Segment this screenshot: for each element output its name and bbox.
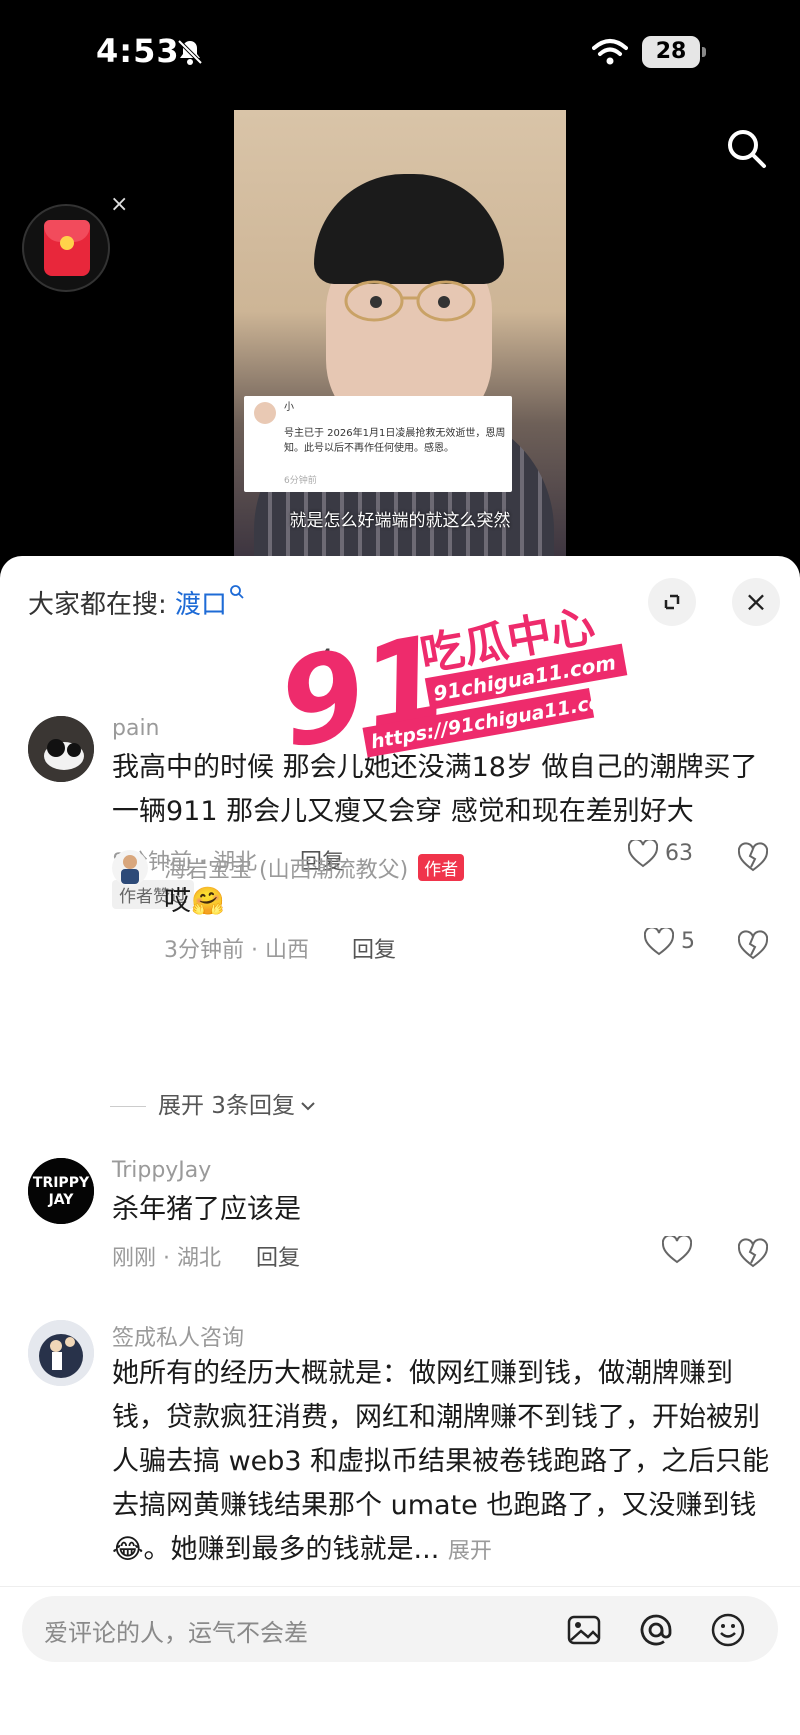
mute-icon (177, 39, 203, 65)
chevron-down-icon (301, 1102, 315, 1111)
comment-user[interactable]: pain (112, 716, 160, 741)
heart-icon (644, 928, 674, 956)
comment-text: 她所有的经历大概就是：做网红赚到钱，做潮牌赚到 钱，贷款疯狂消费，网红和潮牌赚不… (112, 1352, 792, 1574)
like-count: 63 (665, 841, 693, 866)
video-preview[interactable]: 小 号主已于 2026年1月1日凌晨抢救无效逝世，恩周知。此号以后不再作任何使用… (234, 110, 566, 558)
comment-user[interactable]: TrippyJay (112, 1158, 211, 1183)
comment-input-placeholder: 爱评论的人，运气不会差 (44, 1619, 308, 1647)
comment-text-line: 人骗去搞 web3 和虚拟币结果被卷钱跑路了，之后只能 (112, 1446, 770, 1477)
show-more-button[interactable]: 展开 (448, 1539, 492, 1564)
at-icon[interactable] (636, 1610, 676, 1650)
heart-icon (628, 840, 658, 868)
dislike-icon[interactable] (738, 1238, 768, 1268)
comment-text: 我高中的时候 那会儿她还没满18岁 做自己的潮牌买了一辆911 那会儿又瘦又会穿… (112, 752, 758, 827)
search-suggestion-term[interactable]: 渡口 (175, 590, 227, 620)
search-icon[interactable] (724, 126, 768, 170)
avatar[interactable] (112, 850, 148, 886)
emoji-icon[interactable] (708, 1610, 748, 1650)
comment-input[interactable]: 爱评论的人，运气不会差 (22, 1596, 778, 1662)
expand-replies-button[interactable]: 展开 3条回复 (110, 1086, 317, 1120)
reply-button[interactable]: 回复 (256, 1240, 300, 1272)
comment-text: 哎🤗 (164, 886, 225, 917)
expand-replies-label: 展开 3条回复 (158, 1093, 295, 1119)
avatar[interactable]: TRIPPY JAY (28, 1158, 94, 1224)
like-button[interactable] (662, 1236, 692, 1264)
close-icon[interactable]: × (732, 578, 780, 626)
like-button[interactable]: 5 (644, 928, 695, 956)
image-icon[interactable] (564, 1610, 604, 1650)
comment-text-tail: 😂。她赚到最多的钱就是... (112, 1534, 440, 1565)
video-person-glasses (344, 280, 476, 322)
dislike-icon[interactable] (738, 842, 768, 872)
avatar[interactable] (28, 1320, 94, 1386)
expand-divider (110, 1106, 146, 1107)
video-subtitle: 就是怎么好端端的就这么突然 (289, 511, 511, 531)
like-count: 5 (681, 929, 695, 954)
screen: 4:53 28 × 小 号主已于 2026年1月1日凌晨抢救无效逝世，恩周知。此… (0, 0, 800, 1735)
input-divider (0, 1586, 800, 1587)
comment-meta: 刚刚 · 湖北 (112, 1246, 221, 1271)
status-time: 4:53 (96, 32, 180, 70)
comment-text-line: 去搞网黄赚钱结果那个 umate 也跑路了，又没赚到钱 (112, 1490, 757, 1521)
notice-avatar (254, 402, 276, 424)
expand-icon[interactable] (648, 578, 696, 626)
comment-text: 杀年猪了应该是 (112, 1194, 301, 1225)
comment-text-line: 她所有的经历大概就是：做网红赚到钱，做潮牌赚到 (112, 1358, 733, 1389)
comment-count: 4 (318, 644, 334, 672)
search-suggestion[interactable]: 大家都在搜: 渡口 (28, 584, 245, 621)
notice-name: 小 (284, 402, 294, 413)
search-suggestion-prefix: 大家都在搜: (28, 590, 176, 620)
dislike-icon[interactable] (738, 930, 768, 960)
heart-icon (662, 1236, 692, 1264)
like-button[interactable]: 63 (628, 840, 693, 868)
status-bar: 4:53 28 (0, 0, 800, 110)
red-packet-icon (44, 220, 90, 276)
avatar[interactable] (28, 716, 94, 782)
video-person-hat (314, 174, 504, 284)
comment-text-line: 钱，贷款疯狂消费，网红和潮牌赚不到钱了，开始被别 (112, 1402, 760, 1433)
search-small-icon (230, 585, 244, 599)
comments-panel: 大家都在搜: 渡口 × 4 pain 我高中的时候 那会儿她还没满18岁 做自己… (0, 556, 800, 1735)
battery-indicator: 28 (642, 36, 706, 68)
notice-time: 6分钟前 (284, 476, 317, 486)
notice-text: 号主已于 2026年1月1日凌晨抢救无效逝世，恩周知。此号以后不再作任何使用。感… (284, 428, 506, 454)
comment-meta: 3分钟前 · 山西 (164, 938, 309, 963)
red-packet-close-icon[interactable]: × (110, 192, 128, 217)
comment-text-line: 😂。她赚到最多的钱就是... 展开 (112, 1528, 792, 1574)
comment-user[interactable]: 签成私人咨询 (112, 1320, 244, 1352)
author-badge: 作者 (418, 854, 465, 881)
svg-text:JAY: JAY (48, 1192, 75, 1208)
notice-screenshot-card: 小 号主已于 2026年1月1日凌晨抢救无效逝世，恩周知。此号以后不再作任何使用… (244, 396, 512, 492)
red-packet-button[interactable] (22, 204, 110, 292)
wifi-icon (592, 39, 628, 65)
svg-text:TRIPPY: TRIPPY (33, 1175, 90, 1191)
reply-button[interactable]: 回复 (352, 932, 396, 964)
